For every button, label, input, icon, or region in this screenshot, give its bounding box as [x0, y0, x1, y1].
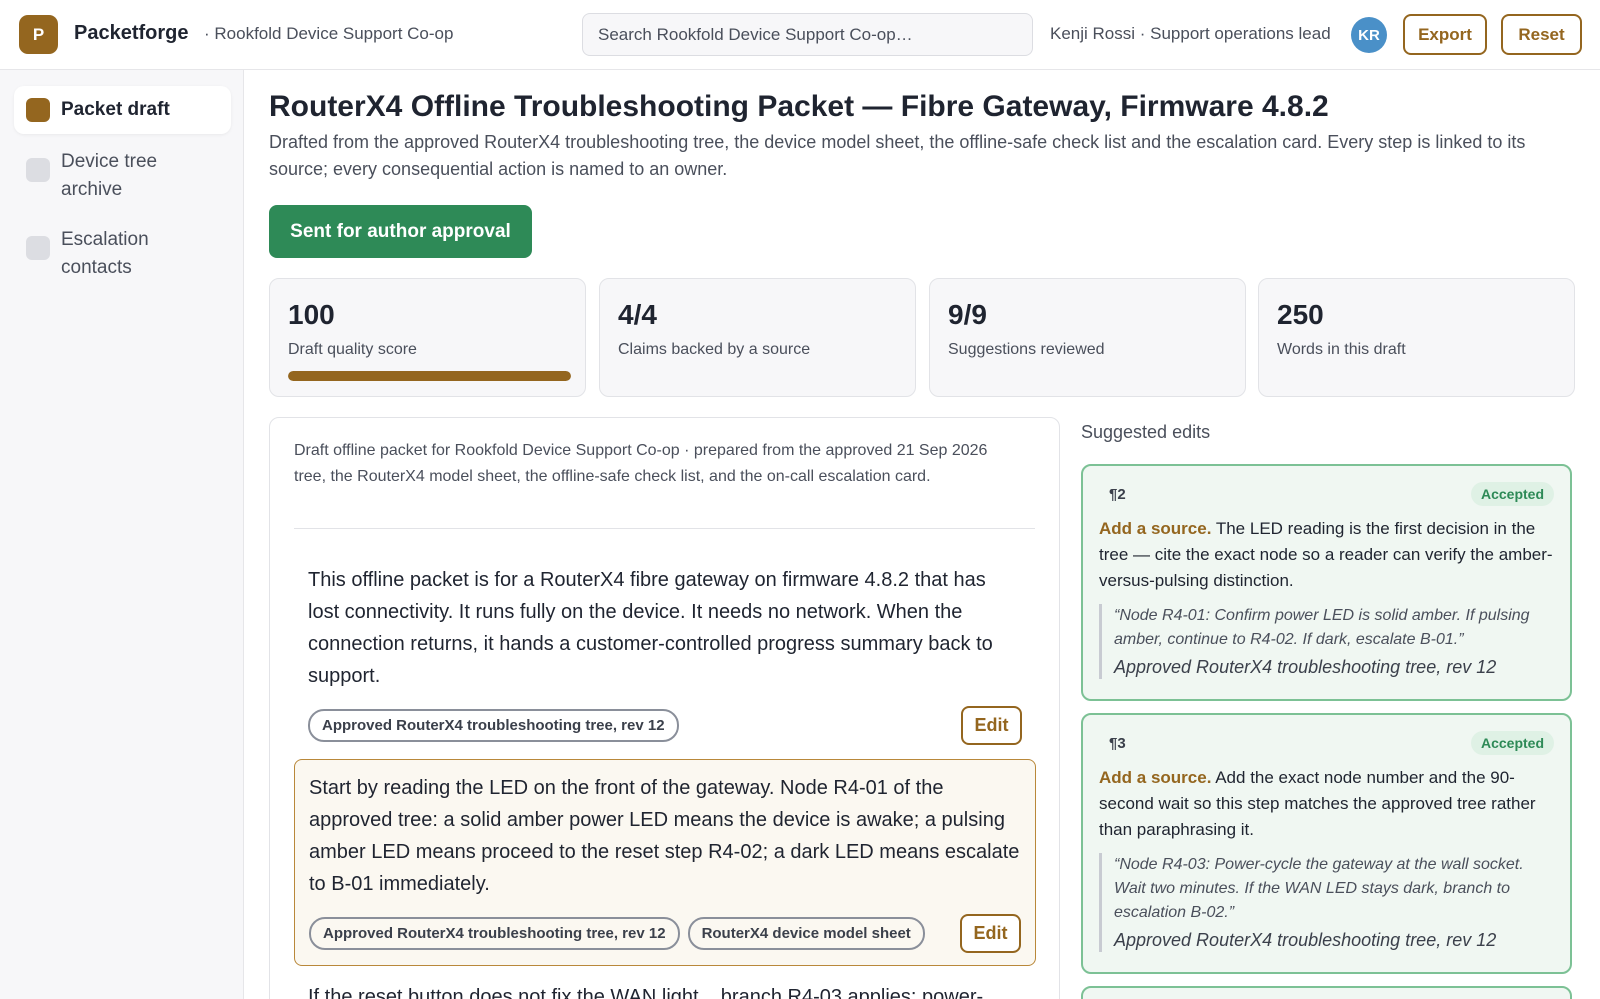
stat-card-claims: 4/4 Claims backed by a source — [599, 278, 916, 397]
quality-progress-fill — [288, 371, 571, 381]
page-subtitle: Drafted from the approved RouterX4 troub… — [269, 132, 1526, 179]
stat-value: 100 — [288, 299, 335, 330]
nav-dot-icon — [26, 236, 50, 260]
suggestion-body: Add a source. Add the exact node number … — [1099, 765, 1554, 843]
user-name: Kenji Rossi · Support operations lead — [1050, 24, 1331, 43]
suggestion-quote: “Node R4-01: Confirm power LED is solid … — [1099, 604, 1554, 679]
export-button[interactable]: Export — [1403, 14, 1487, 55]
suggestion-card[interactable]: ¶3 Accepted Add a source. Add the exact … — [1081, 713, 1572, 974]
stat-value: 9/9 — [948, 299, 987, 330]
stat-card-words: 250 Words in this draft — [1258, 278, 1575, 397]
divider — [294, 528, 1035, 529]
draft-paragraph[interactable]: If the reset button does not fix the WAN… — [294, 969, 1036, 999]
sidebar-item-device-tree-archive[interactable]: Device tree archive — [14, 148, 231, 210]
suggestion-kind: Add a source. — [1099, 768, 1212, 787]
edit-button[interactable]: Edit — [960, 914, 1021, 953]
quote-text: “Node R4-03: Power-cycle the gateway at … — [1114, 856, 1524, 921]
reset-button[interactable]: Reset — [1501, 14, 1582, 55]
quote-source: Approved RouterX4 troubleshooting tree, … — [1114, 930, 1497, 950]
stat-value: 250 — [1277, 299, 1324, 330]
suggestion-body: Add a source. The LED reading is the fir… — [1099, 516, 1554, 594]
stat-label: Draft quality score — [288, 341, 417, 358]
source-tag[interactable]: RouterX4 device model sheet — [687, 917, 925, 950]
app-logo: P — [19, 15, 58, 54]
suggestion-quote: “Node R4-03: Power-cycle the gateway at … — [1099, 853, 1554, 952]
sidebar-item-label: Packet draft — [61, 99, 170, 120]
paragraph-ref: ¶2 — [1109, 485, 1126, 503]
source-tag[interactable]: Approved RouterX4 troubleshooting tree, … — [309, 917, 680, 950]
sidebar-item-escalation-contacts[interactable]: Escalation contacts — [14, 226, 231, 288]
paragraph-text: This offline packet is for a RouterX4 fi… — [308, 569, 993, 687]
nav-dot-icon — [26, 158, 50, 182]
top-bar: P Packetforge · Rookfold Device Support … — [0, 0, 1600, 70]
sidebar: Packet draft Device tree archive Escalat… — [0, 70, 244, 999]
org-name: · Rookfold Device Support Co-op — [204, 24, 454, 43]
stat-label: Claims backed by a source — [618, 341, 811, 358]
paragraph-text: Start by reading the LED on the front of… — [309, 777, 1020, 895]
quote-source: Approved RouterX4 troubleshooting tree, … — [1114, 657, 1497, 677]
stat-card-suggestions: 9/9 Suggestions reviewed — [929, 278, 1246, 397]
draft-paragraph-selected[interactable]: Start by reading the LED on the front of… — [294, 759, 1036, 966]
source-tag[interactable]: Approved RouterX4 troubleshooting tree, … — [308, 709, 679, 742]
draft-intro: Draft offline packet for Rookfold Device… — [294, 442, 988, 485]
edit-button[interactable]: Edit — [961, 706, 1022, 745]
stat-label: Suggestions reviewed — [948, 341, 1105, 358]
quote-text: “Node R4-01: Confirm power LED is solid … — [1114, 607, 1530, 648]
page-title: RouterX4 Offline Troubleshooting Packet … — [269, 90, 1329, 123]
avatar[interactable]: KR — [1351, 17, 1387, 53]
sidebar-item-packet-draft[interactable]: Packet draft — [14, 86, 231, 134]
stat-card-quality: 100 Draft quality score — [269, 278, 586, 397]
status-badge: Accepted — [1470, 482, 1554, 506]
sidebar-item-label: Device tree archive — [61, 151, 158, 200]
stat-value: 4/4 — [618, 299, 657, 330]
paragraph-text: If the reset button does not fix the WAN… — [308, 986, 984, 999]
status-button[interactable]: Sent for author approval — [269, 205, 532, 258]
suggestion-card-partial[interactable] — [1081, 986, 1572, 999]
suggested-edits-heading: Suggested edits — [1081, 422, 1211, 442]
stat-label: Words in this draft — [1277, 341, 1406, 358]
draft-paragraph[interactable]: This offline packet is for a RouterX4 fi… — [294, 552, 1036, 757]
paragraph-ref: ¶3 — [1109, 734, 1126, 752]
nav-dot-icon — [26, 98, 50, 122]
suggestion-kind: Add a source. — [1099, 519, 1212, 538]
search-input[interactable] — [582, 13, 1033, 56]
status-badge: Accepted — [1470, 731, 1554, 755]
app-name: Packetforge — [74, 22, 189, 44]
sidebar-item-label: Escalation contacts — [61, 229, 149, 278]
draft-panel: Draft offline packet for Rookfold Device… — [269, 417, 1060, 999]
quality-progress-bar — [288, 371, 571, 381]
suggestion-card[interactable]: ¶2 Accepted Add a source. The LED readin… — [1081, 464, 1572, 701]
